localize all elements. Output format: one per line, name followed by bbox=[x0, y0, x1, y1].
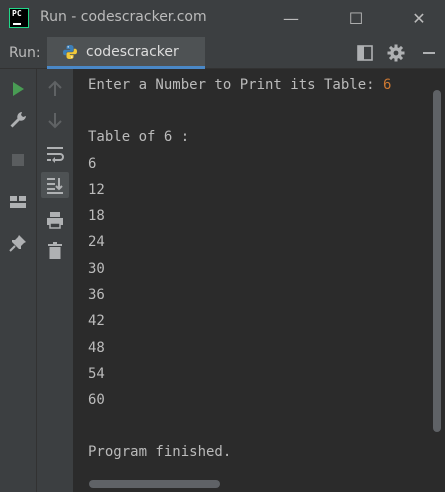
input-prompt: Enter a Number to Print its Table: bbox=[88, 77, 384, 93]
output-line: 30 bbox=[88, 261, 105, 277]
layout-icon[interactable] bbox=[355, 43, 375, 63]
soft-wrap-icon[interactable] bbox=[45, 144, 65, 164]
output-line: 60 bbox=[88, 392, 105, 408]
program-finished-message: Program finished. bbox=[88, 444, 232, 460]
pin-icon[interactable] bbox=[8, 233, 28, 253]
run-toolbar: Run: codescracker bbox=[0, 37, 445, 69]
output-line: 6 bbox=[88, 156, 97, 172]
python-icon bbox=[63, 45, 77, 59]
up-arrow-icon[interactable] bbox=[45, 79, 65, 99]
minimize-panel-icon[interactable] bbox=[419, 43, 439, 63]
run-actions-gutter bbox=[0, 69, 37, 492]
scroll-to-end-icon bbox=[47, 178, 63, 194]
scroll-to-end-toggle[interactable] bbox=[41, 172, 69, 198]
run-label: Run: bbox=[9, 45, 41, 61]
pycharm-logo-icon: PC bbox=[9, 8, 29, 28]
close-button[interactable]: ✕ bbox=[397, 0, 441, 37]
output-line: 18 bbox=[88, 208, 105, 224]
horizontal-scrollbar[interactable] bbox=[89, 480, 220, 488]
output-line: 42 bbox=[88, 313, 105, 329]
wrench-icon[interactable] bbox=[8, 110, 28, 130]
output-line: 12 bbox=[88, 182, 105, 198]
restore-layout-icon[interactable] bbox=[8, 192, 28, 212]
output-line: 48 bbox=[88, 340, 105, 356]
minimize-button[interactable]: — bbox=[269, 0, 313, 37]
gear-icon[interactable] bbox=[386, 43, 406, 63]
tab-codescracker[interactable]: codescracker bbox=[47, 37, 205, 69]
vertical-scrollbar[interactable] bbox=[433, 90, 441, 432]
table-header: Table of 6 : bbox=[88, 129, 190, 145]
down-arrow-icon[interactable] bbox=[45, 110, 65, 130]
maximize-button[interactable]: ☐ bbox=[334, 0, 378, 37]
console-actions-gutter bbox=[37, 69, 73, 492]
trash-icon[interactable] bbox=[45, 241, 65, 261]
output-line: 54 bbox=[88, 366, 105, 382]
tab-label: codescracker bbox=[86, 44, 179, 60]
rerun-icon[interactable] bbox=[8, 79, 28, 99]
print-icon[interactable] bbox=[45, 210, 65, 230]
input-prompt-line: Enter a Number to Print its Table: 6 bbox=[88, 77, 391, 93]
output-line: 24 bbox=[88, 234, 105, 250]
output-line: 36 bbox=[88, 287, 105, 303]
user-input-value: 6 bbox=[383, 77, 392, 93]
stop-icon[interactable] bbox=[8, 150, 28, 170]
window-title: Run - codescracker.com bbox=[40, 9, 207, 25]
title-bar: PC Run - codescracker.com — ☐ ✕ bbox=[0, 0, 445, 37]
